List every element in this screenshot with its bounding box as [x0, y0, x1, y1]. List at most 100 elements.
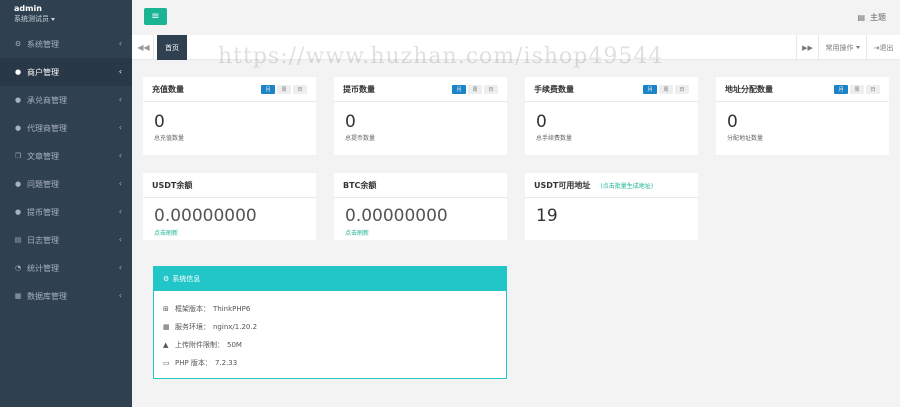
row-label: PHP 版本： [175, 359, 212, 367]
gear-icon: ⚙ [14, 40, 22, 48]
row-label: 框架版本： [175, 305, 210, 313]
theme-label: 主题 [870, 13, 886, 22]
stat-card: 地址分配数量 月周日 0 分配地址数量 [716, 77, 889, 155]
sidebar-item[interactable]: ◔ 统计管理 ‹ [0, 254, 132, 282]
period-toggle-button[interactable]: 日 [484, 85, 498, 94]
usdt-balance-value: 0.00000000 [154, 206, 257, 226]
chevron-left-icon: ‹ [118, 39, 122, 48]
period-toggles: 月周日 [643, 85, 689, 94]
logout-label: 退出 [879, 43, 894, 52]
card-title: BTC余额 [343, 180, 377, 190]
stat-subtitle: 总提币数量 [345, 135, 376, 142]
sidebar-item[interactable]: ⚙ 系统管理 ‹ [0, 30, 132, 58]
refresh-link[interactable]: 点击刷新 [154, 228, 305, 237]
card-title: 手续费数量 [534, 84, 574, 94]
row-label: 服务环境： [175, 323, 210, 331]
user-icon: ● [14, 68, 22, 76]
stat-subtitle: 总手续费数量 [536, 135, 573, 142]
sidebar-item[interactable]: ● 承兑商管理 ‹ [0, 86, 132, 114]
tasks-icon: ▤ [857, 13, 865, 22]
system-info-row: ▭ PHP 版本： 7.2.33 [163, 354, 506, 372]
bars-icon: ≡ [151, 11, 160, 22]
system-info-title: 系统信息 [172, 275, 201, 283]
list-icon: ▤ [14, 236, 22, 244]
system-info-row: ▦ 服务环境： nginx/1.20.2 [163, 318, 506, 336]
stat-value: 0 [727, 112, 738, 132]
period-toggles: 月周日 [452, 85, 498, 94]
period-toggle-button[interactable]: 周 [277, 85, 291, 94]
generate-address-link[interactable]: (点击批量生成地址) [600, 181, 653, 190]
system-info-header: ⚙ 系统信息 [154, 267, 506, 291]
refresh-link[interactable]: 点击刷新 [345, 228, 496, 237]
stat-card: 提币数量 月周日 0 总提币数量 [334, 77, 507, 155]
row-value: 50M [227, 341, 242, 349]
sidebar-item-label: 系统管理 [27, 39, 59, 49]
sidebar-item[interactable]: ❐ 文章管理 ‹ [0, 142, 132, 170]
sidebar-item[interactable]: ▦ 数据库管理 ‹ [0, 282, 132, 310]
chevron-left-icon: ‹ [118, 179, 122, 188]
system-info-row: ▲ 上传附件限制： 50M [163, 336, 506, 354]
chevron-left-icon: ‹ [118, 95, 122, 104]
usdt-balance-card: USDT余额 0.00000000 点击刷新 [143, 173, 316, 240]
chevron-left-icon: ‹ [118, 291, 122, 300]
period-toggle-button[interactable]: 周 [850, 85, 864, 94]
logout-button[interactable]: ⇥ 退出 [866, 35, 900, 60]
backward-icon: ◀◀ [137, 43, 150, 52]
sidebar-menu: ⚙ 系统管理 ‹ ● 商户管理 ‹ ● 承兑商管理 ‹ ● 代理商管理 ‹ ❐ 文章管理 ‹ ● 问题管理 ‹ ● 提… [0, 30, 132, 310]
windows-icon: ▦ [163, 323, 170, 331]
sidebar-item-label: 统计管理 [27, 263, 59, 273]
tab-home[interactable]: 首页 [157, 35, 187, 60]
sidebar-item[interactable]: ▤ 日志管理 ‹ [0, 226, 132, 254]
period-toggle-button[interactable]: 月 [261, 85, 275, 94]
card-icon: ▭ [163, 359, 170, 367]
tab-scroll-right-button[interactable]: ▶▶ [796, 35, 818, 60]
btc-balance-value: 0.00000000 [345, 206, 448, 226]
card-title: 充值数量 [152, 84, 184, 94]
sidebar-item[interactable]: ● 代理商管理 ‹ [0, 114, 132, 142]
chevron-left-icon: ‹ [118, 123, 122, 132]
period-toggle-button[interactable]: 周 [659, 85, 673, 94]
stat-subtitle: 分配地址数量 [727, 135, 764, 142]
sidebar-item-label: 承兑商管理 [27, 95, 67, 105]
btc-balance-card: BTC余额 0.00000000 点击刷新 [334, 173, 507, 240]
theme-button[interactable]: ▤ 主题 [857, 12, 886, 23]
period-toggle-button[interactable]: 日 [675, 85, 689, 94]
period-toggle-button[interactable]: 日 [293, 85, 307, 94]
card-title: 提币数量 [343, 84, 375, 94]
tab-scroll-left-button[interactable]: ◀◀ [134, 35, 154, 60]
sidebar-item[interactable]: ● 商户管理 ‹ [0, 58, 132, 86]
sidebar-item[interactable]: ● 提币管理 ‹ [0, 198, 132, 226]
tab-home-label: 首页 [165, 43, 179, 52]
stat-value: 0 [154, 112, 165, 132]
user-icon: ● [14, 124, 22, 132]
period-toggle-button[interactable]: 月 [452, 85, 466, 94]
sidebar-item-label: 问题管理 [27, 179, 59, 189]
common-ops-dropdown[interactable]: 常用操作 [818, 35, 866, 60]
user-panel[interactable]: admin 系统测试员 [0, 0, 132, 30]
stat-value: 0 [536, 112, 547, 132]
caret-down-icon [855, 46, 860, 49]
chevron-left-icon: ‹ [118, 235, 122, 244]
menu-toggle-button[interactable]: ≡ [144, 8, 167, 25]
chart-icon: ◔ [14, 264, 22, 272]
usdt-address-count: 19 [536, 206, 558, 226]
period-toggle-button[interactable]: 月 [643, 85, 657, 94]
copy-icon: ❐ [14, 152, 22, 160]
card-title: USDT余额 [152, 180, 193, 190]
tabs-bar: ◀◀ 首页 ▶▶ 常用操作 ⇥ 退出 [132, 35, 900, 60]
period-toggle-button[interactable]: 周 [468, 85, 482, 94]
period-toggles: 月周日 [261, 85, 307, 94]
period-toggle-button[interactable]: 月 [834, 85, 848, 94]
sidebar-item[interactable]: ● 问题管理 ‹ [0, 170, 132, 198]
caret-down-icon [51, 17, 55, 21]
sidebar-item-label: 商户管理 [27, 67, 59, 77]
chevron-left-icon: ‹ [118, 67, 122, 76]
tab-actions: ▶▶ 常用操作 ⇥ 退出 [796, 35, 900, 60]
period-toggles: 月周日 [834, 85, 880, 94]
row-value: 7.2.33 [214, 359, 238, 367]
row-value: nginx/1.20.2 [213, 323, 258, 331]
user-role[interactable]: 系统测试员 [14, 14, 132, 24]
system-info-panel: ⚙ 系统信息 ⊞ 框架版本： ThinkPHP6 ▦ 服务环境： nginx/1.20.2… [153, 266, 507, 379]
database-icon: ▦ [14, 292, 22, 300]
period-toggle-button[interactable]: 日 [866, 85, 880, 94]
